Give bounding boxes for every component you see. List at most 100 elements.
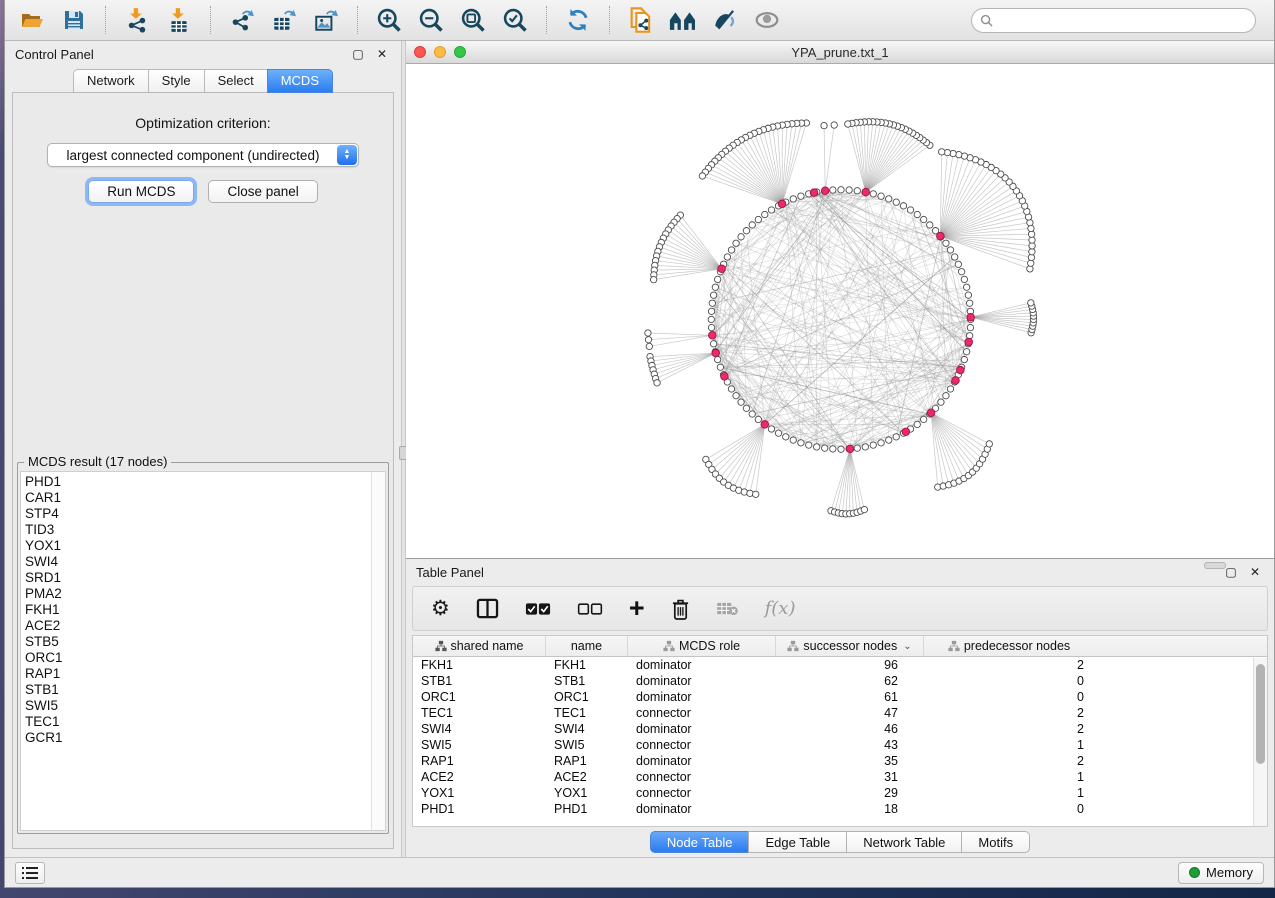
network-node[interactable]: [798, 440, 804, 446]
network-node[interactable]: [938, 399, 944, 405]
network-node[interactable]: [708, 316, 714, 322]
mcds-result-item[interactable]: PMA2: [25, 586, 385, 602]
close-panel-icon[interactable]: ✕: [373, 46, 391, 62]
table-cell[interactable]: dominator: [628, 754, 776, 768]
network-node[interactable]: [927, 222, 933, 228]
table-cell[interactable]: 1: [924, 738, 1094, 752]
mcds-node[interactable]: [718, 265, 726, 273]
network-node[interactable]: [717, 364, 723, 370]
mcds-node[interactable]: [846, 445, 854, 453]
network-node[interactable]: [806, 442, 812, 448]
task-history-button[interactable]: [15, 862, 45, 884]
table-scrollbar-thumb[interactable]: [1256, 664, 1265, 764]
network-node[interactable]: [951, 254, 957, 260]
network-node[interactable]: [914, 211, 920, 217]
table-cell[interactable]: connector: [628, 738, 776, 752]
network-node[interactable]: [747, 490, 753, 496]
table-cell[interactable]: 0: [924, 674, 1094, 688]
zoom-out-icon[interactable]: [414, 4, 448, 36]
table-cell[interactable]: 96: [776, 658, 924, 672]
table-row[interactable]: PHD1PHD1dominator180: [413, 801, 1267, 817]
table-cell[interactable]: TEC1: [413, 706, 546, 720]
network-node[interactable]: [743, 228, 749, 234]
table-cell[interactable]: 35: [776, 754, 924, 768]
delete-column-icon[interactable]: [671, 594, 690, 624]
table-row[interactable]: FKH1FKH1dominator962: [413, 657, 1267, 673]
network-node[interactable]: [947, 386, 953, 392]
tab-select[interactable]: Select: [204, 69, 267, 93]
close-table-panel-icon[interactable]: ✕: [1246, 564, 1264, 580]
open-file-icon[interactable]: [15, 4, 49, 36]
tab-node-table[interactable]: Node Table: [650, 831, 749, 853]
network-node[interactable]: [755, 416, 761, 422]
table-cell[interactable]: RAP1: [413, 754, 546, 768]
table-cell[interactable]: YOX1: [546, 786, 628, 800]
table-cell[interactable]: 46: [776, 722, 924, 736]
column-header-shared-name[interactable]: shared name: [413, 636, 546, 656]
mcds-result-item[interactable]: PHD1: [25, 474, 385, 490]
table-cell[interactable]: 1: [924, 770, 1094, 784]
column-header-predecessor-nodes[interactable]: predecessor nodes: [924, 636, 1094, 656]
table-row[interactable]: ORC1ORC1dominator610: [413, 689, 1267, 705]
network-node[interactable]: [947, 247, 953, 253]
table-cell[interactable]: connector: [628, 770, 776, 784]
save-session-icon[interactable]: [57, 4, 91, 36]
network-node[interactable]: [710, 292, 716, 298]
table-cell[interactable]: dominator: [628, 658, 776, 672]
table-cell[interactable]: 2: [924, 658, 1094, 672]
import-table-icon[interactable]: [162, 4, 196, 36]
memory-button[interactable]: Memory: [1178, 862, 1264, 884]
export-network-icon[interactable]: [225, 4, 259, 36]
network-node[interactable]: [733, 240, 739, 246]
network-node[interactable]: [958, 269, 964, 275]
network-node[interactable]: [845, 121, 851, 127]
search-input[interactable]: [998, 13, 1247, 27]
tab-network[interactable]: Network: [73, 69, 148, 93]
network-node[interactable]: [814, 444, 820, 450]
network-node[interactable]: [838, 187, 844, 193]
network-node[interactable]: [712, 284, 718, 290]
network-node[interactable]: [738, 234, 744, 240]
tab-mcds[interactable]: MCDS: [267, 69, 333, 93]
network-node[interactable]: [1028, 225, 1034, 231]
table-settings-icon[interactable]: ⚙: [431, 594, 450, 624]
export-table-icon[interactable]: [267, 4, 301, 36]
network-node[interactable]: [728, 386, 734, 392]
network-node[interactable]: [914, 421, 920, 427]
table-cell[interactable]: 0: [924, 802, 1094, 816]
table-cell[interactable]: 31: [776, 770, 924, 784]
network-node[interactable]: [762, 211, 768, 217]
mcds-node[interactable]: [957, 366, 965, 374]
network-node[interactable]: [961, 276, 967, 282]
search-box[interactable]: [971, 8, 1256, 33]
column-header-MCDS-role[interactable]: MCDS role: [628, 636, 776, 656]
table-panel-grip[interactable]: [1204, 562, 1226, 569]
table-cell[interactable]: ORC1: [413, 690, 546, 704]
network-node[interactable]: [854, 445, 860, 451]
table-row[interactable]: SWI5SWI5connector431: [413, 737, 1267, 753]
network-node[interactable]: [886, 196, 892, 202]
table-row[interactable]: YOX1YOX1connector291: [413, 785, 1267, 801]
apply-preferred-layout-icon[interactable]: [561, 4, 595, 36]
table-cell[interactable]: 2: [924, 706, 1094, 720]
network-node[interactable]: [749, 222, 755, 228]
network-node[interactable]: [755, 216, 761, 222]
network-node[interactable]: [708, 308, 714, 314]
table-cell[interactable]: connector: [628, 786, 776, 800]
table-cell[interactable]: 2: [924, 754, 1094, 768]
network-node[interactable]: [822, 445, 828, 451]
network-node[interactable]: [861, 506, 867, 512]
mcds-result-item[interactable]: TID3: [25, 522, 385, 538]
mcds-node[interactable]: [952, 377, 960, 385]
table-scrollbar[interactable]: [1253, 658, 1267, 826]
network-node[interactable]: [821, 122, 827, 128]
network-node[interactable]: [749, 411, 755, 417]
table-cell[interactable]: 29: [776, 786, 924, 800]
network-node[interactable]: [920, 416, 926, 422]
network-node[interactable]: [939, 149, 945, 155]
network-node[interactable]: [878, 440, 884, 446]
network-node[interactable]: [768, 207, 774, 213]
mcds-result-list[interactable]: PHD1CAR1STP4TID3YOX1SWI4SRD1PMA2FKH1ACE2…: [20, 471, 386, 831]
table-cell[interactable]: dominator: [628, 674, 776, 688]
network-node[interactable]: [738, 399, 744, 405]
